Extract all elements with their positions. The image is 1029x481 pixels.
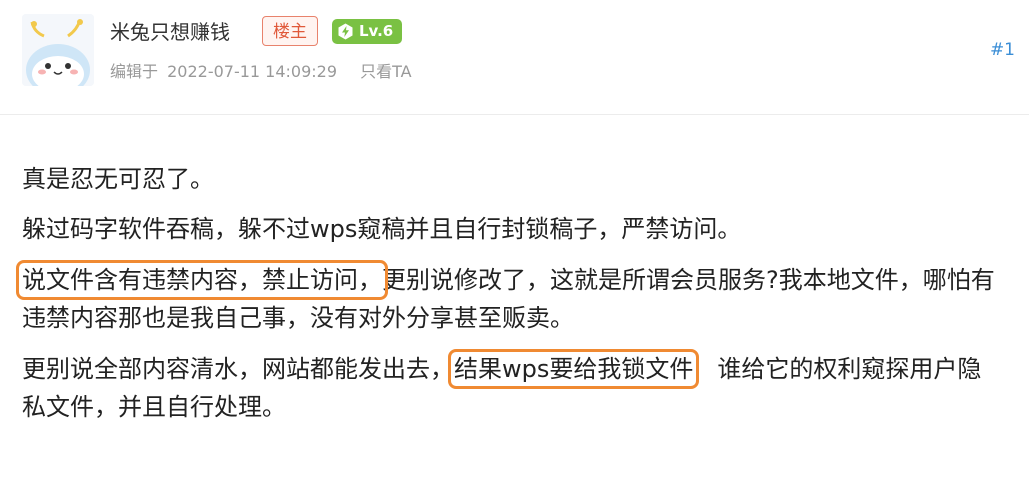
floor-number-link[interactable]: #1: [990, 40, 1015, 60]
highlighted-text-2: 结果wps要给我锁文件: [447, 349, 700, 389]
highlighted-text-1: 说文件含有违禁内容，禁止访问，: [16, 260, 388, 300]
paragraph-3: 说文件含有违禁内容，禁止访问，更别说修改了，这就是所谓会员服务?我本地文件，哪怕…: [16, 260, 1002, 337]
paragraph-2: 躲过码字软件吞稿，躲不过wps窥稿并且自行封锁稿子，严禁访问。: [22, 215, 742, 243]
author-avatar[interactable]: [22, 14, 94, 86]
lightning-bolt-icon: [337, 23, 354, 40]
header-divider: [0, 114, 1029, 115]
edit-time: 2022-07-11 14:09:29: [167, 62, 338, 81]
paragraph-1: 真是忍无可忍了。: [22, 165, 214, 193]
level-badge: Lv.6: [332, 19, 403, 44]
post-header: 米兔只想赚钱 楼主 Lv.6 编辑于 2022-07-11 14:09:29 只…: [0, 0, 1029, 110]
paragraph-4: 更别说全部内容清水，网站都能发出去，结果wps要给我锁文件 谁给它的权利窥探用户…: [22, 349, 1002, 426]
op-badge: 楼主: [262, 16, 318, 46]
author-name[interactable]: 米兔只想赚钱: [110, 18, 230, 46]
level-label: Lv.6: [359, 22, 394, 40]
paragraph-4-pre: 更别说全部内容清水，网站都能发出去，: [22, 355, 454, 383]
post-body: 真是忍无可忍了。 躲过码字软件吞稿，躲不过wps窥稿并且自行封锁稿子，严禁访问。…: [16, 160, 1002, 439]
only-author-link[interactable]: 只看TA: [360, 62, 411, 81]
cartoon-rabbit-avatar-icon: [22, 14, 94, 86]
post-meta: 编辑于 2022-07-11 14:09:29 只看TA: [110, 60, 412, 84]
edit-label: 编辑于: [110, 62, 159, 81]
